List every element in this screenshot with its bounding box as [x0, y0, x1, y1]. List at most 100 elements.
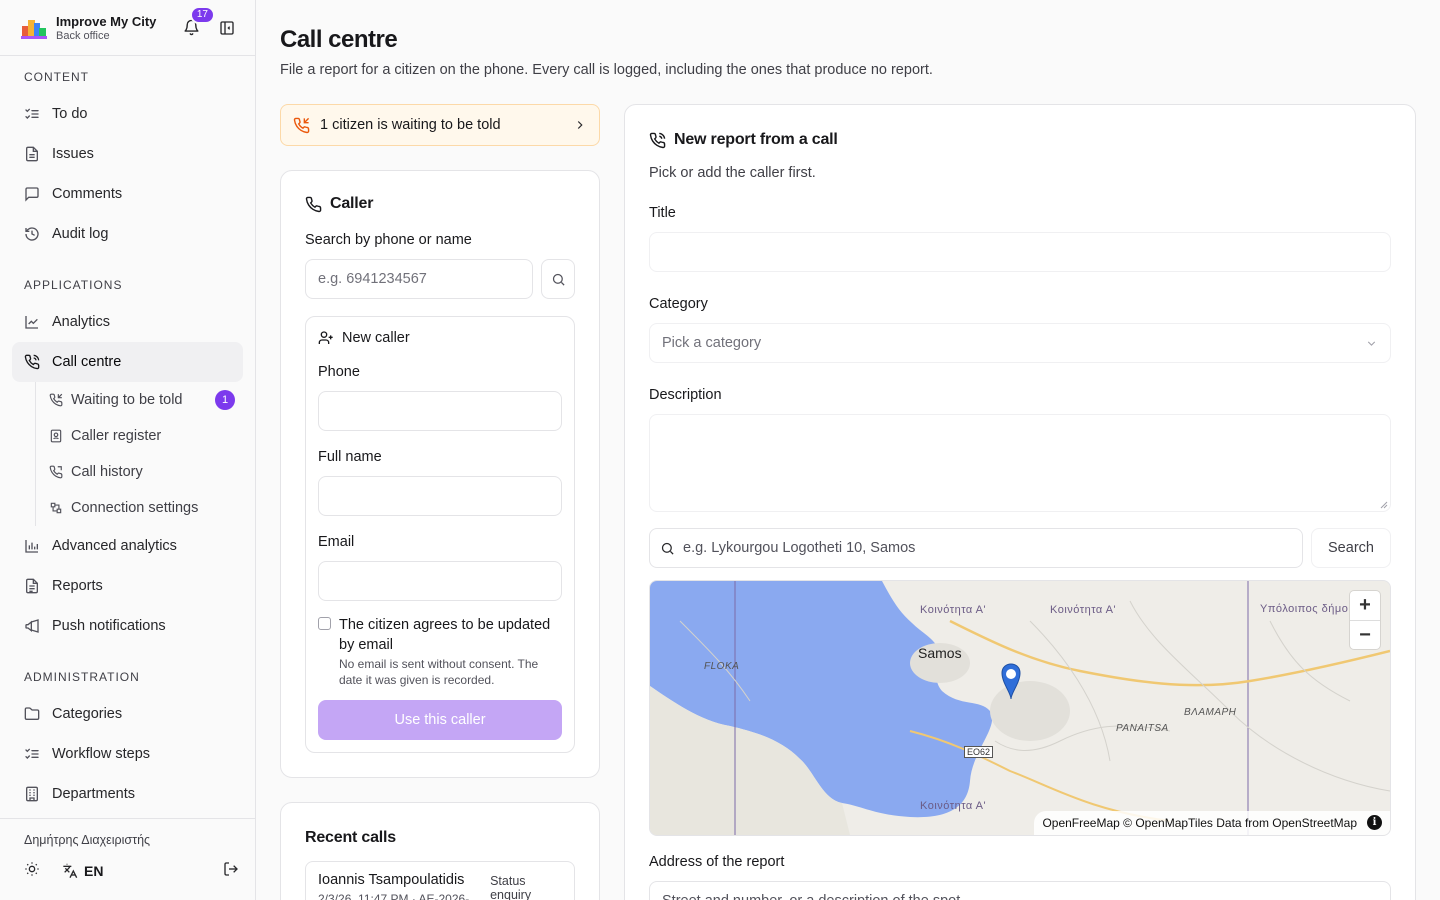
sidebar-item-categories[interactable]: Categories	[12, 694, 243, 734]
zoom-in-button[interactable]: +	[1350, 591, 1380, 620]
full-name-field[interactable]	[318, 476, 562, 516]
page-subtitle: File a report for a citizen on the phone…	[280, 62, 933, 78]
sidebar-item-workflow-steps[interactable]: Workflow steps	[12, 734, 243, 774]
map-attribution-text[interactable]: OpenFreeMap © OpenMapTiles Data from Ope…	[1042, 816, 1357, 830]
map-label-samos: Samos	[918, 645, 962, 661]
notification-count-badge: 17	[189, 5, 215, 24]
recent-call-meta: 2/3/26, 11:47 PM · AE-2026-000102	[318, 892, 470, 900]
waiting-citizens-banner[interactable]: 1 citizen is waiting to be told	[280, 104, 600, 146]
address-search-placeholder: e.g. Lykourgou Logotheti 10, Samos	[683, 540, 916, 556]
phone-incoming-icon	[293, 117, 310, 133]
category-select[interactable]: Pick a category	[649, 323, 1391, 363]
report-title-text: New report from a call	[674, 131, 838, 148]
description-field[interactable]	[649, 414, 1391, 512]
line-chart-icon	[25, 316, 38, 329]
report-subtitle: Pick or add the caller first.	[649, 165, 816, 181]
current-user-name: Δημήτρης Διαχειριστής	[24, 833, 151, 847]
sidebar-item-todo[interactable]: To do	[12, 94, 243, 134]
sidebar-footer: Δημήτρης Διαχειριστής EN	[0, 818, 255, 900]
section-administration-heading: ADMINISTRATION	[24, 670, 140, 684]
report-card-title: New report from a call	[649, 131, 1391, 149]
language-code: EN	[84, 862, 104, 879]
map-label-panaitsa: PANAITSA	[1116, 723, 1169, 734]
notifications-button[interactable]: 17	[179, 5, 215, 40]
sidebar-item-label: Workflow steps	[52, 746, 151, 762]
sidebar-item-label: To do	[52, 106, 88, 122]
email-consent-checkbox[interactable]	[318, 617, 331, 630]
caller-card-title: Caller	[305, 195, 575, 213]
user-plus-icon	[318, 331, 333, 344]
phone-icon	[305, 196, 322, 212]
map-label-vlamari: ΒΛΑΜΑΡΗ	[1184, 707, 1237, 718]
caller-search-button[interactable]	[541, 259, 575, 299]
location-map[interactable]: Κοινότητα Α' Κοινότητα Α' Υπόλοιπος δήμο…	[649, 580, 1391, 836]
recent-call-status: Status enquiry	[490, 874, 532, 900]
logout-button[interactable]	[223, 861, 239, 880]
sidebar-item-analytics[interactable]: Analytics	[12, 302, 243, 342]
recent-calls-card: Recent calls Ioannis Tsampoulatidis 2/3/…	[280, 802, 600, 900]
map-label-floka: FLOKA	[704, 661, 740, 672]
sidebar-item-comments[interactable]: Comments	[12, 174, 243, 214]
phone-call-icon	[24, 354, 40, 370]
zoom-out-button[interactable]: −	[1350, 620, 1380, 649]
sidebar-item-label: Categories	[52, 706, 123, 722]
call-centre-submenu: Waiting to be told 1 Caller register Cal…	[35, 382, 243, 526]
recent-call-item[interactable]: Ioannis Tsampoulatidis 2/3/26, 11:47 PM …	[305, 861, 575, 900]
map-label-koinotita-3: Κοινότητα Α'	[920, 800, 987, 812]
chevron-right-icon	[577, 121, 583, 129]
email-field[interactable]	[318, 561, 562, 601]
sidebar-item-label: Call centre	[52, 354, 122, 370]
address-field[interactable]: Street and number, or a description of t…	[649, 881, 1391, 900]
sidebar-item-advanced-analytics[interactable]: Advanced analytics	[12, 526, 243, 566]
phone-label: Phone	[318, 364, 360, 380]
connection-icon	[50, 502, 62, 514]
map-label-road: ΕΟ62	[964, 746, 994, 758]
file-text-icon	[26, 146, 38, 162]
address-search-input[interactable]: e.g. Lykourgou Logotheti 10, Samos	[649, 528, 1303, 568]
language-switcher[interactable]: EN	[62, 863, 103, 879]
sidebar-subitem-call-history[interactable]: Call history	[49, 454, 243, 490]
app-subtitle: Back office	[56, 29, 110, 42]
report-title-field[interactable]	[649, 232, 1391, 272]
waiting-count-badge: 1	[215, 390, 235, 410]
sidebar-subitem-waiting[interactable]: Waiting to be told 1	[49, 382, 243, 418]
sidebar-item-reports[interactable]: Reports	[12, 566, 243, 606]
folder-icon	[24, 707, 40, 720]
category-label: Category	[649, 296, 708, 312]
phone-field[interactable]	[318, 391, 562, 431]
bar-chart-icon	[25, 540, 38, 553]
info-icon[interactable]: i	[1367, 815, 1382, 830]
map-label-ypoloipos: Υπόλοιπος δήμο	[1260, 603, 1349, 615]
caller-search-label: Search by phone or name	[305, 232, 472, 248]
theme-toggle-button[interactable]	[24, 861, 40, 880]
email-consent-label: The citizen agrees to be updated by emai…	[339, 617, 551, 653]
section-content-heading: CONTENT	[24, 70, 89, 84]
address-search-button[interactable]: Search	[1311, 528, 1391, 568]
search-icon	[552, 273, 565, 286]
sidebar-subitem-connection-settings[interactable]: Connection settings	[49, 490, 243, 526]
use-this-caller-button[interactable]: Use this caller	[318, 700, 562, 740]
sidebar-item-departments[interactable]: Departments	[12, 774, 243, 814]
full-name-label: Full name	[318, 449, 382, 465]
report-file-icon	[26, 578, 38, 594]
sidebar-subitem-label: Caller register	[71, 428, 162, 444]
sun-icon	[25, 862, 39, 876]
new-report-card: New report from a call Pick or add the c…	[624, 104, 1416, 900]
collapse-sidebar-button[interactable]	[215, 16, 239, 40]
map-attribution: OpenFreeMap © OpenMapTiles Data from Ope…	[1034, 811, 1390, 835]
sidebar-item-issues[interactable]: Issues	[12, 134, 243, 174]
sidebar-item-label: Issues	[52, 146, 94, 162]
resize-handle-icon	[1380, 501, 1388, 509]
history-icon	[25, 227, 39, 241]
sidebar-item-push-notifications[interactable]: Push notifications	[12, 606, 243, 646]
map-label-koinotita-1: Κοινότητα Α'	[920, 604, 987, 616]
caller-search-input[interactable]: e.g. 6941234567	[305, 259, 533, 299]
list-checks-icon	[25, 108, 39, 119]
sidebar-item-call-centre[interactable]: Call centre	[12, 342, 243, 382]
sidebar-item-label: Departments	[52, 786, 136, 802]
sidebar-item-audit-log[interactable]: Audit log	[12, 214, 243, 254]
sidebar-subitem-caller-register[interactable]: Caller register	[49, 418, 243, 454]
sidebar-item-label: Analytics	[52, 314, 111, 330]
phone-history-icon	[49, 465, 63, 479]
map-label-koinotita-2: Κοινότητα Α'	[1050, 604, 1117, 616]
